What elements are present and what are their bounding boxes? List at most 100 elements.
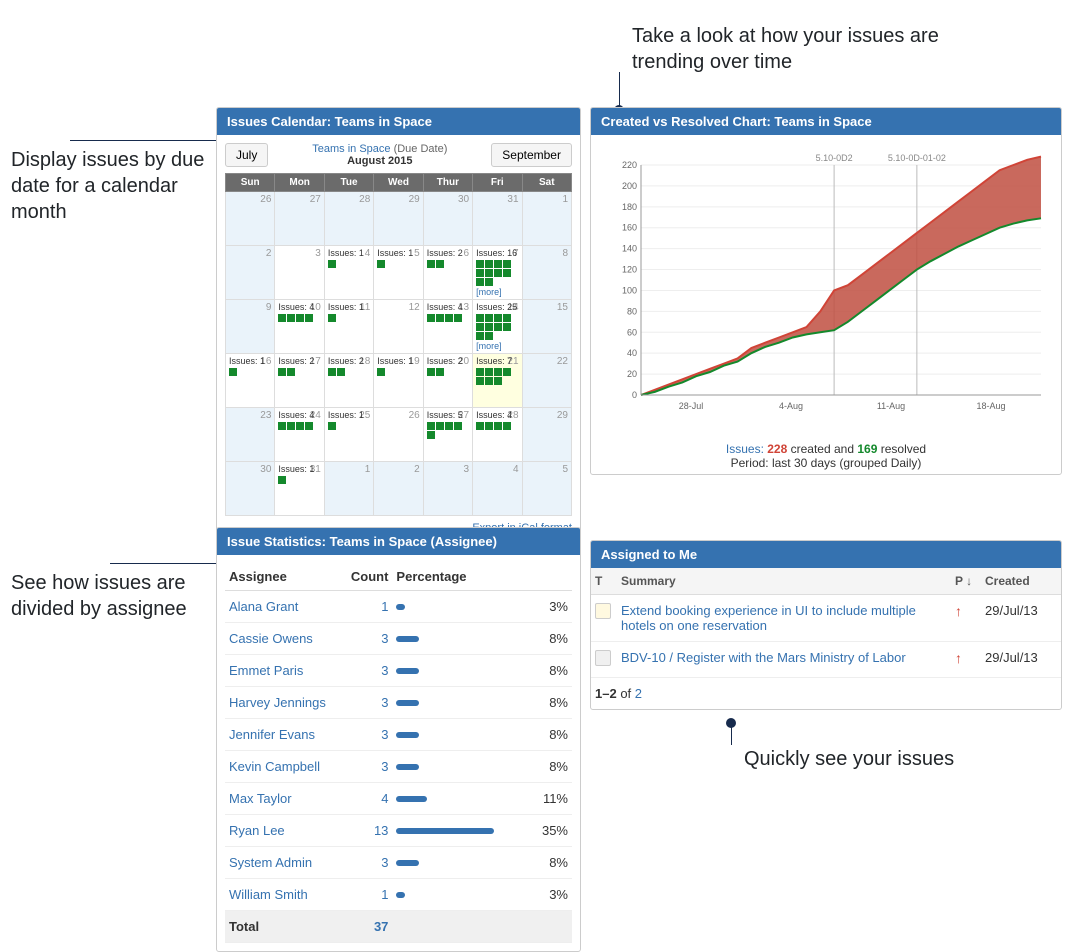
calendar-day-cell[interactable]: 5Issues: 1 (374, 246, 423, 300)
calendar-issue-block[interactable] (337, 368, 345, 376)
calendar-issue-block[interactable] (476, 368, 484, 376)
stats-count[interactable]: 3 (347, 655, 393, 687)
calendar-day-cell[interactable]: 4 (473, 462, 522, 516)
calendar-issue-block[interactable] (503, 368, 511, 376)
calendar-day-cell[interactable]: 29 (374, 192, 423, 246)
stats-count[interactable]: 3 (347, 623, 393, 655)
calendar-issue-block[interactable] (436, 260, 444, 268)
calendar-day-cell[interactable]: 28Issues: 4 (473, 408, 522, 462)
calendar-issue-block[interactable] (328, 422, 336, 430)
calendar-day-cell[interactable]: 2 (226, 246, 275, 300)
chart-issues-link[interactable]: Issues: (726, 442, 764, 456)
calendar-project-link[interactable]: Teams in Space (312, 143, 390, 155)
stats-count[interactable]: 3 (347, 751, 393, 783)
calendar-day-cell[interactable]: 27Issues: 5 (423, 408, 472, 462)
calendar-issue-block[interactable] (445, 422, 453, 430)
calendar-day-cell[interactable]: 30 (226, 462, 275, 516)
calendar-issue-block[interactable] (278, 368, 286, 376)
calendar-issue-block[interactable] (503, 269, 511, 277)
calendar-issue-block[interactable] (328, 368, 336, 376)
assigned-col-type[interactable]: T (591, 568, 617, 595)
assigned-row[interactable]: BDV-10 / Register with the Mars Ministry… (591, 642, 1061, 678)
calendar-day-cell[interactable]: 6Issues: 2 (423, 246, 472, 300)
calendar-day-cell[interactable]: 26 (374, 408, 423, 462)
calendar-issue-block[interactable] (328, 260, 336, 268)
stats-count[interactable]: 4 (347, 783, 393, 815)
calendar-day-cell[interactable]: 24Issues: 4 (275, 408, 324, 462)
calendar-issue-block[interactable] (328, 314, 336, 322)
stats-assignee-link[interactable]: William Smith (229, 887, 308, 902)
calendar-day-cell[interactable]: 21Issues: 7 (473, 354, 522, 408)
stats-count[interactable]: 1 (347, 879, 393, 911)
calendar-day-cell[interactable]: 3 (275, 246, 324, 300)
calendar-issue-block[interactable] (436, 314, 444, 322)
stats-assignee-link[interactable]: Emmet Paris (229, 663, 303, 678)
calendar-day-cell[interactable]: 8 (522, 246, 571, 300)
calendar-issue-block[interactable] (485, 323, 493, 331)
issue-summary-link[interactable]: BDV-10 / Register with the Mars Ministry… (621, 650, 906, 665)
calendar-issue-block[interactable] (427, 431, 435, 439)
calendar-issue-block[interactable] (485, 269, 493, 277)
calendar-prev-button[interactable]: July (225, 143, 268, 167)
calendar-issue-block[interactable] (476, 332, 484, 340)
calendar-day-cell[interactable]: 25Issues: 1 (324, 408, 373, 462)
calendar-day-cell[interactable]: 28 (324, 192, 373, 246)
calendar-day-cell[interactable]: 26 (226, 192, 275, 246)
calendar-day-cell[interactable]: 18Issues: 2 (324, 354, 373, 408)
calendar-issue-block[interactable] (287, 422, 295, 430)
assigned-col-created[interactable]: Created (981, 568, 1061, 595)
stats-assignee-link[interactable]: Kevin Campbell (229, 759, 320, 774)
calendar-issue-block[interactable] (485, 377, 493, 385)
calendar-day-cell[interactable]: 2 (374, 462, 423, 516)
calendar-day-cell[interactable]: 14Issues: 25[more] (473, 300, 522, 354)
calendar-issue-block[interactable] (503, 260, 511, 268)
stats-assignee-link[interactable]: Ryan Lee (229, 823, 285, 838)
calendar-issue-block[interactable] (436, 422, 444, 430)
calendar-issue-block[interactable] (476, 422, 484, 430)
calendar-issue-block[interactable] (427, 314, 435, 322)
calendar-day-cell[interactable]: 17Issues: 2 (275, 354, 324, 408)
calendar-next-button[interactable]: September (491, 143, 572, 167)
calendar-issue-block[interactable] (278, 422, 286, 430)
stats-assignee-link[interactable]: Harvey Jennings (229, 695, 326, 710)
calendar-day-cell[interactable]: 15 (522, 300, 571, 354)
calendar-day-cell[interactable]: 20Issues: 2 (423, 354, 472, 408)
calendar-day-cell[interactable]: 11Issues: 1 (324, 300, 373, 354)
calendar-day-cell[interactable]: 5 (522, 462, 571, 516)
calendar-day-cell[interactable]: 7Issues: 16[more] (473, 246, 522, 300)
stats-assignee-link[interactable]: System Admin (229, 855, 312, 870)
stats-assignee-link[interactable]: Max Taylor (229, 791, 292, 806)
stats-count[interactable]: 3 (347, 687, 393, 719)
calendar-day-cell[interactable]: 4Issues: 1 (324, 246, 373, 300)
calendar-more-link[interactable]: [more] (476, 341, 502, 351)
calendar-day-cell[interactable]: 1 (522, 192, 571, 246)
calendar-issue-block[interactable] (296, 422, 304, 430)
calendar-day-cell[interactable]: 23 (226, 408, 275, 462)
calendar-issue-block[interactable] (494, 368, 502, 376)
calendar-issue-block[interactable] (454, 314, 462, 322)
calendar-issue-block[interactable] (485, 278, 493, 286)
calendar-day-cell[interactable]: 3 (423, 462, 472, 516)
calendar-issue-block[interactable] (494, 269, 502, 277)
assigned-col-priority[interactable]: P ↓ (951, 568, 981, 595)
calendar-issue-block[interactable] (476, 278, 484, 286)
calendar-issue-block[interactable] (485, 332, 493, 340)
calendar-issue-block[interactable] (485, 368, 493, 376)
stats-assignee-link[interactable]: Alana Grant (229, 599, 298, 614)
calendar-issue-block[interactable] (494, 422, 502, 430)
calendar-issue-block[interactable] (445, 314, 453, 322)
calendar-issue-block[interactable] (287, 368, 295, 376)
calendar-issue-block[interactable] (305, 314, 313, 322)
calendar-issue-block[interactable] (494, 260, 502, 268)
stats-count[interactable]: 3 (347, 719, 393, 751)
calendar-issue-block[interactable] (454, 422, 462, 430)
calendar-day-cell[interactable]: 9 (226, 300, 275, 354)
calendar-issue-block[interactable] (503, 314, 511, 322)
calendar-day-cell[interactable]: 16Issues: 1 (226, 354, 275, 408)
calendar-issue-block[interactable] (427, 422, 435, 430)
calendar-day-cell[interactable]: 27 (275, 192, 324, 246)
calendar-day-cell[interactable]: 1 (324, 462, 373, 516)
calendar-issue-block[interactable] (436, 368, 444, 376)
calendar-issue-block[interactable] (476, 260, 484, 268)
calendar-issue-block[interactable] (305, 422, 313, 430)
